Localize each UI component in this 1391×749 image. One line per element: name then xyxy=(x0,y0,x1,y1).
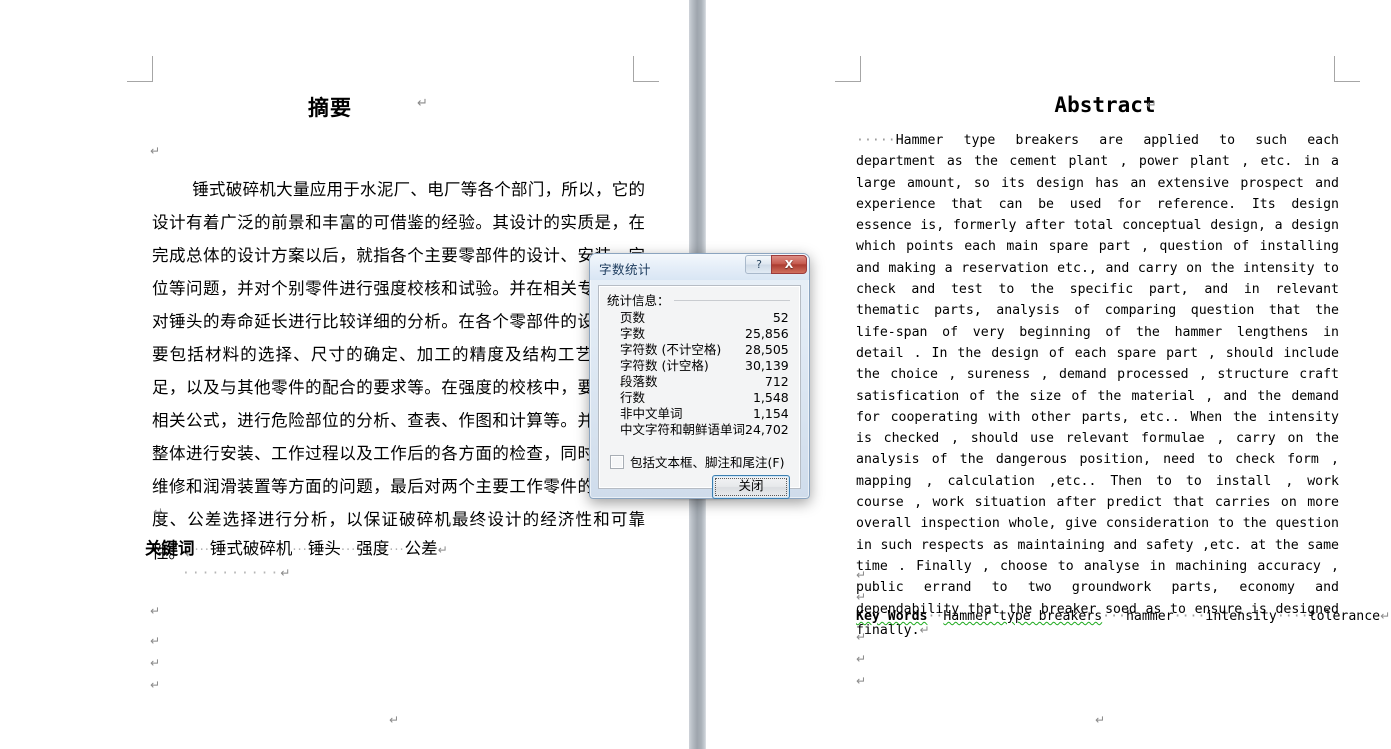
pilcrow-mark: ↵ xyxy=(919,622,930,637)
stat-value: 1,548 xyxy=(752,390,789,405)
keyword-item: 锤式破碎机 xyxy=(209,539,293,558)
stat-label: 字数 xyxy=(620,326,646,341)
stat-value: 712 xyxy=(764,374,789,389)
table-row: 中文字符和朝鲜语单词 24,702 xyxy=(609,422,789,438)
keyword-item: 锤头 xyxy=(307,539,341,558)
table-row: 字数 25,856 xyxy=(609,326,789,342)
table-row: 字符数 (计空格) 30,139 xyxy=(609,358,789,374)
pilcrow-mark: ↵ xyxy=(150,634,161,648)
stat-value: 24,702 xyxy=(745,422,789,437)
pilcrow-mark: ↵ xyxy=(856,568,867,582)
pilcrow-mark: ↵ xyxy=(1380,609,1391,623)
close-button-label: 关闭 xyxy=(738,478,764,493)
pilcrow-mark: ↵ xyxy=(417,96,428,111)
keyword-item: intensity xyxy=(1205,609,1277,624)
pilcrow-mark: ↵ xyxy=(153,505,164,519)
keywords-line-en: Key Words··Hammer type breakers···hammer… xyxy=(856,609,1391,624)
stat-label: 行数 xyxy=(620,390,646,405)
pilcrow-mark: ↵ xyxy=(389,713,400,727)
keyword-item: 强度 xyxy=(356,539,390,558)
include-textboxes-row[interactable]: 包括文本框、脚注和尾注(F) xyxy=(610,452,784,471)
stat-value: 52 xyxy=(772,310,789,325)
stat-value: 30,139 xyxy=(745,358,789,373)
pilcrow-mark: ↵ xyxy=(856,590,867,604)
help-icon[interactable]: ? xyxy=(745,255,773,274)
abstract-body-en: ·····Hammer type breakers are applied to… xyxy=(856,133,1347,638)
stat-label: 中文字符和朝鲜语单词 xyxy=(620,422,746,437)
stat-value: 25,856 xyxy=(745,326,789,341)
crop-mark-top-left xyxy=(127,56,153,82)
pilcrow-mark: ↵ xyxy=(150,144,161,158)
dialog-content-panel: 统计信息： 页数 52 字数 25,856 字符数 (不计空格) 28,505 … xyxy=(598,285,801,499)
stat-label: 页数 xyxy=(620,310,646,325)
help-icon-glyph: ? xyxy=(756,258,762,271)
keywords-label-cn: 关键词 xyxy=(145,539,195,558)
pilcrow-mark: ↵ xyxy=(1146,98,1157,113)
stat-label: 段落数 xyxy=(620,374,658,389)
pilcrow-mark: ↵ xyxy=(856,630,867,644)
abstract-body-cn: 锤式破碎机大量应用于水泥厂、电厂等各个部门，所以，它的设计有着广泛的前景和丰富的… xyxy=(152,173,645,571)
crop-mark-top-right xyxy=(633,56,659,82)
table-row: 字符数 (不计空格) 28,505 xyxy=(609,342,789,358)
include-textboxes-label: 包括文本框、脚注和尾注(F) xyxy=(630,455,785,470)
pilcrow-mark: ↵ xyxy=(856,652,867,666)
keywords-label-en: Key Words xyxy=(856,609,928,624)
keyword-item: 公差 xyxy=(404,539,438,558)
statistics-table: 页数 52 字数 25,856 字符数 (不计空格) 28,505 字符数 (计… xyxy=(609,310,789,438)
pilcrow-mark: ↵ xyxy=(437,543,448,557)
pilcrow-mark: ↵ xyxy=(150,678,161,692)
keywords-line-cn: 关键词···锤式破碎机···锤头···强度···公差↵ xyxy=(145,539,448,558)
close-icon[interactable]: X xyxy=(771,255,807,274)
close-button[interactable]: 关闭 xyxy=(712,475,790,499)
stat-label: 字符数 (不计空格) xyxy=(620,342,722,357)
keyword-item: hammer xyxy=(1125,609,1174,624)
keyword-item: tolerance xyxy=(1308,609,1381,624)
space-dot-line-cn: ··········↵ xyxy=(182,566,293,581)
table-row: 非中文单词 1,154 xyxy=(609,406,789,422)
page-title-abstract-cn: 摘要 xyxy=(308,96,352,120)
stat-value: 1,154 xyxy=(752,406,789,421)
table-row: 行数 1,548 xyxy=(609,390,789,406)
keyword-item: Hammer type breakers xyxy=(943,609,1103,624)
abstract-body-cn-text: 锤式破碎机大量应用于水泥厂、电厂等各个部门，所以，它的设计有着广泛的前景和丰富的… xyxy=(152,180,645,562)
pilcrow-mark: ↵ xyxy=(856,674,867,688)
pilcrow-mark: ↵ xyxy=(1095,713,1106,727)
table-row: 页数 52 xyxy=(609,310,789,326)
pilcrow-mark: ↵ xyxy=(150,656,161,670)
statistics-legend: 统计信息： xyxy=(607,290,674,309)
abstract-body-en-text: Hammer type breakers are applied to such… xyxy=(856,133,1347,638)
pilcrow-mark: ↵ xyxy=(150,604,161,618)
word-count-dialog[interactable]: 字数统计 ? X 统计信息： 页数 52 字数 25,856 字符数 (不计空格… xyxy=(589,253,810,499)
document-page-left: 摘要 ↵ ↵ 锤式破碎机大量应用于水泥厂、电厂等各个部门，所以，它的设计有着广泛… xyxy=(0,0,689,749)
pilcrow-mark: ↵ xyxy=(280,566,293,580)
stat-value: 28,505 xyxy=(745,342,789,357)
dialog-title-bar[interactable]: 字数统计 ? X xyxy=(590,254,809,280)
dialog-title-text: 字数统计 xyxy=(599,262,652,277)
close-icon-glyph: X xyxy=(784,258,794,271)
stat-label: 字符数 (计空格) xyxy=(620,358,709,373)
include-textboxes-checkbox[interactable] xyxy=(610,454,624,469)
page-title-abstract-en: Abstract xyxy=(1054,93,1156,117)
stat-label: 非中文单词 xyxy=(620,406,683,421)
table-row: 段落数 712 xyxy=(609,374,789,390)
